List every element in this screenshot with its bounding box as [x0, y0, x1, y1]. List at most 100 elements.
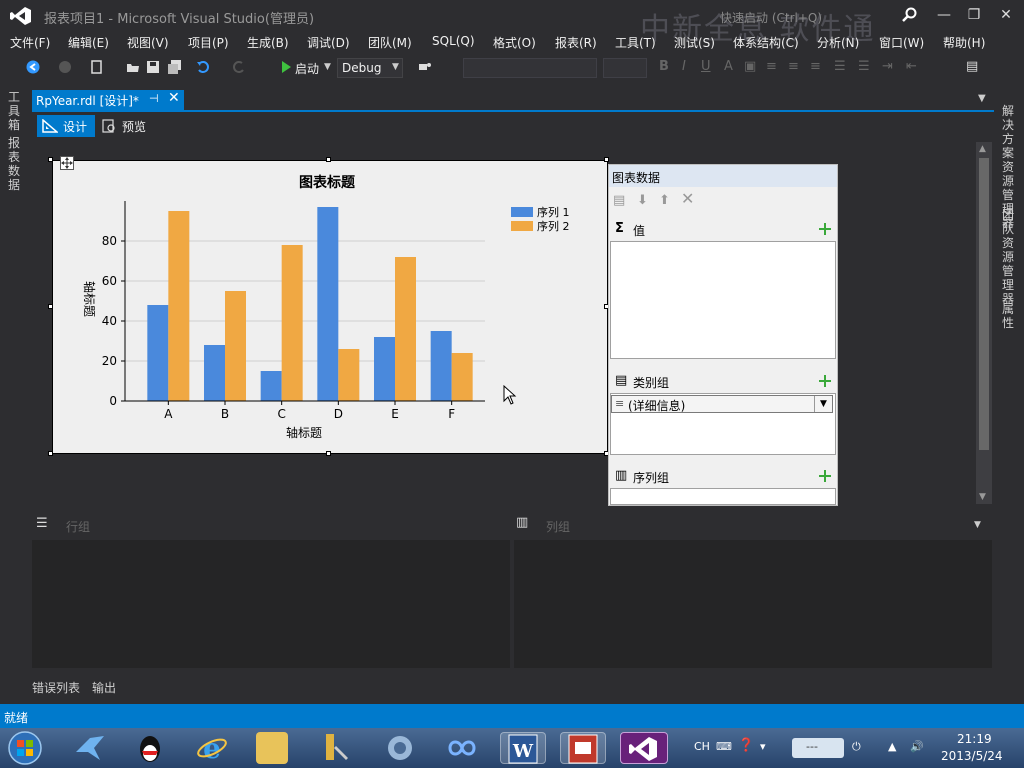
close-tab-icon[interactable]: ✕: [168, 90, 180, 106]
align-right-icon[interactable]: ≡: [810, 59, 821, 74]
values-well[interactable]: [610, 241, 836, 359]
tab-output[interactable]: 输出: [92, 679, 116, 696]
vertical-scrollbar[interactable]: ▲ ▼: [976, 142, 992, 504]
align-center-icon[interactable]: ≡: [788, 59, 799, 74]
help-icon[interactable]: ❓: [738, 738, 754, 753]
tray-input-widget[interactable]: ---: [792, 738, 844, 758]
save-icon[interactable]: [146, 60, 160, 74]
bar-2-B[interactable]: [225, 291, 246, 401]
power-icon[interactable]: ⏻: [852, 740, 861, 754]
network-icon[interactable]: [384, 732, 416, 764]
add-value-icon[interactable]: [819, 223, 831, 235]
menu-tools[interactable]: 工具(T): [615, 34, 656, 51]
bold-icon[interactable]: B: [659, 59, 669, 74]
series-well[interactable]: [610, 488, 836, 505]
minimize-icon[interactable]: —: [934, 6, 954, 24]
chart[interactable]: 0 20 40 60 80 A B C D E F 序列 1序列 2 图表标题 轴标题 轴标题: [53, 161, 609, 455]
start-dropdown-icon[interactable]: ▼: [324, 62, 331, 72]
menu-report[interactable]: 报表(R): [555, 34, 597, 51]
start-button-icon[interactable]: [6, 730, 44, 766]
column-groups-pane[interactable]: [514, 540, 992, 668]
font-name-combo[interactable]: [463, 58, 597, 78]
chart-y-axis-title[interactable]: 轴标题: [82, 281, 97, 317]
app-bird-icon[interactable]: [74, 732, 106, 764]
start-icon[interactable]: [279, 60, 293, 74]
move-up-icon[interactable]: ⬆: [659, 193, 673, 208]
scroll-down-icon[interactable]: ▼: [979, 492, 986, 502]
menu-window[interactable]: 窗口(W): [879, 34, 924, 51]
menu-architecture[interactable]: 体系结构(C): [733, 34, 799, 51]
chart-legend[interactable]: 序列 1序列 2: [511, 205, 570, 233]
bullets-icon[interactable]: ☰: [834, 59, 846, 74]
new-project-icon[interactable]: [90, 60, 104, 74]
back-icon[interactable]: [26, 60, 40, 74]
move-down-icon[interactable]: ⬇: [637, 193, 651, 208]
chevron-down-icon[interactable]: ▼: [978, 93, 986, 104]
scrollbar-thumb[interactable]: [979, 158, 989, 450]
menu-project[interactable]: 项目(P): [188, 34, 229, 51]
infinity-icon[interactable]: [446, 732, 478, 764]
chart-x-axis-title[interactable]: 轴标题: [286, 425, 322, 440]
menu-file[interactable]: 文件(F): [10, 34, 50, 51]
tray-options-icon[interactable]: ▾: [760, 740, 766, 753]
bar-2-D[interactable]: [338, 349, 360, 401]
open-file-icon[interactable]: [126, 60, 140, 74]
clock-date[interactable]: 2013/5/24: [941, 749, 1003, 763]
tab-design[interactable]: 设计: [37, 115, 95, 137]
word-icon[interactable]: W: [500, 732, 546, 764]
menu-sql[interactable]: SQL(Q): [432, 34, 475, 48]
tab-team-explorer[interactable]: 团队资源管理器: [1002, 208, 1016, 306]
font-size-combo[interactable]: [603, 58, 647, 78]
background-color-icon[interactable]: ▣: [744, 59, 756, 74]
ie-icon[interactable]: e: [196, 732, 228, 765]
start-button[interactable]: 启动: [295, 60, 319, 77]
resize-handle[interactable]: [48, 451, 53, 456]
report-body[interactable]: 0 20 40 60 80 A B C D E F 序列 1 序列 2 图表标题 轴标题 轴标题: [52, 160, 608, 454]
add-category-icon[interactable]: [819, 375, 831, 387]
bar-1-D[interactable]: [317, 207, 339, 401]
menu-format[interactable]: 格式(O): [493, 34, 536, 51]
numbering-icon[interactable]: ☰: [858, 59, 870, 74]
volume-icon[interactable]: 🔊: [910, 740, 924, 753]
chart-title[interactable]: 图表标题: [299, 174, 356, 191]
resize-handle[interactable]: [48, 304, 53, 309]
show-hidden-icons[interactable]: ▲: [888, 740, 896, 753]
configuration-combo[interactable]: Debug ▼: [337, 58, 403, 78]
bar-2-F[interactable]: [451, 353, 473, 401]
chevron-down-icon[interactable]: ▼: [974, 520, 981, 530]
outdent-icon[interactable]: ⇤: [906, 59, 917, 74]
tab-properties[interactable]: 属性: [1002, 302, 1016, 330]
tab-preview[interactable]: 预览: [98, 115, 158, 137]
menu-view[interactable]: 视图(V): [127, 34, 169, 51]
redo-icon[interactable]: [232, 60, 246, 74]
pin-icon[interactable]: ⊣: [149, 92, 159, 105]
bar-2-A[interactable]: [168, 211, 190, 401]
tab-report-data[interactable]: 报表数据: [8, 136, 22, 192]
document-tab[interactable]: RpYear.rdl [设计]* ⊣ ✕: [32, 90, 184, 110]
attach-icon[interactable]: [418, 60, 432, 74]
file-explorer-icon[interactable]: [256, 732, 288, 764]
bar-1-F[interactable]: [430, 331, 452, 401]
underline-icon[interactable]: U: [701, 59, 711, 74]
restore-icon[interactable]: ❐: [964, 6, 984, 24]
move-handle-icon[interactable]: [60, 156, 74, 170]
menu-edit[interactable]: 编辑(E): [68, 34, 109, 51]
qq-icon[interactable]: [134, 732, 166, 764]
font-color-icon[interactable]: A: [724, 59, 733, 74]
properties-icon[interactable]: ▤: [613, 193, 627, 208]
powerpoint-icon[interactable]: [560, 732, 606, 764]
menu-build[interactable]: 生成(B): [247, 34, 289, 51]
forward-icon[interactable]: [58, 60, 72, 74]
bar-1-B[interactable]: [204, 345, 225, 401]
resize-handle[interactable]: [48, 157, 53, 162]
input-language[interactable]: CH: [694, 740, 710, 753]
layout-icon[interactable]: ▤: [966, 59, 978, 74]
scroll-up-icon[interactable]: ▲: [979, 144, 986, 154]
bar-2-E[interactable]: [395, 257, 416, 401]
row-groups-pane[interactable]: [32, 540, 510, 668]
bar-1-C[interactable]: [260, 371, 282, 401]
close-window-icon[interactable]: ✕: [996, 6, 1016, 24]
bar-1-A[interactable]: [147, 305, 169, 401]
clock-time[interactable]: 21:19: [957, 732, 992, 746]
quick-launch-input[interactable]: 快速启动 (Ctrl+Q): [720, 9, 822, 26]
